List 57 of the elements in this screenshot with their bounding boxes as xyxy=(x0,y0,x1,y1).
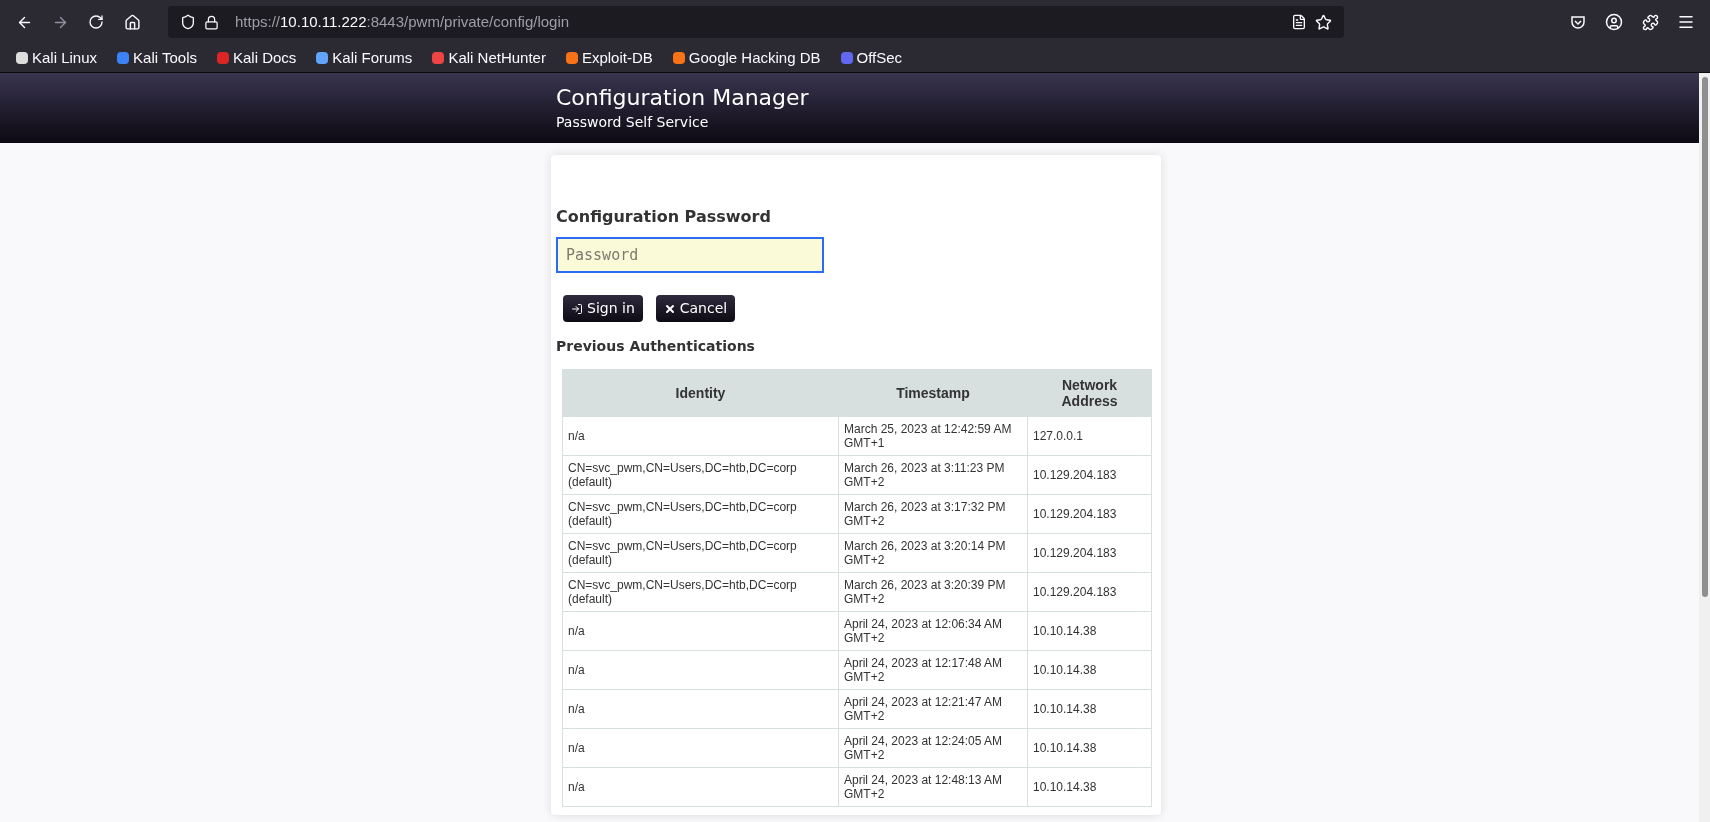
cancel-button[interactable]: Cancel xyxy=(655,295,736,322)
table-cell: n/a xyxy=(562,650,839,690)
bookmark-item[interactable]: OffSec xyxy=(836,46,907,70)
table-cell: n/a xyxy=(562,728,839,768)
header-subtitle: Password Self Service xyxy=(556,113,710,132)
lock-icon xyxy=(204,14,219,30)
table-cell: March 26, 2023 at 3:11:23 PM GMT+2 xyxy=(838,455,1028,495)
bookmark-item[interactable]: Google Hacking DB xyxy=(668,46,825,70)
table-cell: April 24, 2023 at 12:48:13 AM GMT+2 xyxy=(838,767,1028,807)
table-cell: CN=svc_pwm,CN=Users,DC=htb,DC=corp (default) xyxy=(562,455,839,495)
table-cell: 10.10.14.38 xyxy=(1027,611,1152,651)
table-cell: April 24, 2023 at 12:17:48 AM GMT+2 xyxy=(838,650,1028,690)
table-cell: CN=svc_pwm,CN=Users,DC=htb,DC=corp (default) xyxy=(562,494,839,534)
table-cell: 127.0.0.1 xyxy=(1027,416,1152,456)
column-header: Network Address xyxy=(1027,369,1152,417)
table-cell: n/a xyxy=(562,611,839,651)
address-bar[interactable]: https://10.10.11.222:8443/pwm/private/config/login xyxy=(168,6,1344,38)
star-icon xyxy=(1315,13,1332,31)
bookmark-item[interactable]: Kali Tools xyxy=(113,46,201,70)
bookmark-item[interactable]: Kali NetHunter xyxy=(428,46,550,70)
table-cell: n/a xyxy=(562,416,839,456)
table-cell: 10.129.204.183 xyxy=(1027,572,1152,612)
shield-icon xyxy=(180,14,196,30)
reader-view-icon xyxy=(1291,14,1307,30)
table-cell: CN=svc_pwm,CN=Users,DC=htb,DC=corp (default) xyxy=(562,533,839,573)
url-text: https://10.10.11.222:8443/pwm/private/config/login xyxy=(235,11,570,32)
table-cell: 10.10.14.38 xyxy=(1027,650,1152,690)
sign-in-icon xyxy=(571,302,583,315)
bookmark-item[interactable]: Exploit-DB xyxy=(561,46,657,70)
sign-in-button[interactable]: Sign in xyxy=(563,295,643,322)
table-cell: March 26, 2023 at 3:17:32 PM GMT+2 xyxy=(838,494,1028,534)
table-cell: March 26, 2023 at 3:20:39 PM GMT+2 xyxy=(838,572,1028,612)
bookmark-item[interactable]: Kali Docs xyxy=(213,46,301,70)
bookmark-item[interactable]: Kali Forums xyxy=(312,46,417,70)
scrollbar[interactable] xyxy=(1699,73,1710,822)
close-icon xyxy=(663,302,676,315)
table-cell: 10.10.14.38 xyxy=(1027,728,1152,768)
table-cell: 10.129.204.183 xyxy=(1027,533,1152,573)
table-cell: 10.129.204.183 xyxy=(1027,494,1152,534)
table-cell: CN=svc_pwm,CN=Users,DC=htb,DC=corp (default) xyxy=(562,572,839,612)
column-header: Timestamp xyxy=(838,369,1028,417)
table-cell: March 25, 2023 at 12:42:59 AM GMT+1 xyxy=(838,416,1028,456)
table-cell: n/a xyxy=(562,689,839,729)
section-heading: Previous Authentications xyxy=(556,337,756,356)
table-cell: 10.10.14.38 xyxy=(1027,689,1152,729)
password-field[interactable]: Password xyxy=(556,237,824,273)
section-heading: Configuration Password xyxy=(556,206,772,228)
column-header: Identity xyxy=(562,369,839,417)
bookmark-item[interactable]: Kali Linux xyxy=(12,46,102,70)
table-cell: April 24, 2023 at 12:21:47 AM GMT+2 xyxy=(838,689,1028,729)
table-cell: 10.129.204.183 xyxy=(1027,455,1152,495)
table-cell: April 24, 2023 at 12:24:05 AM GMT+2 xyxy=(838,728,1028,768)
table-cell: n/a xyxy=(562,767,839,807)
table-cell: 10.10.14.38 xyxy=(1027,767,1152,807)
table-cell: April 24, 2023 at 12:06:34 AM GMT+2 xyxy=(838,611,1028,651)
header-title: Configuration Manager xyxy=(556,84,810,112)
table-cell: March 26, 2023 at 3:20:14 PM GMT+2 xyxy=(838,533,1028,573)
